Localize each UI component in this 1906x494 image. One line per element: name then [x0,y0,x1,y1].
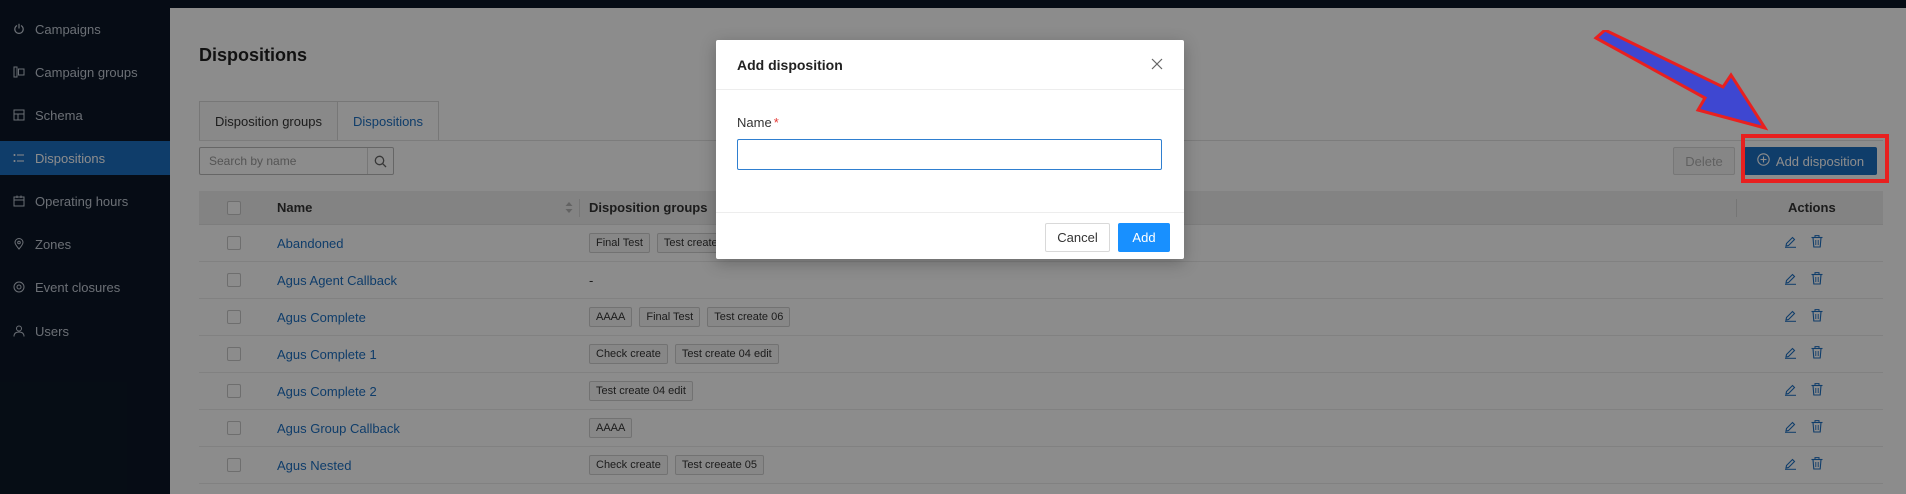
modal-footer: Cancel Add [716,212,1184,259]
close-icon[interactable] [1149,56,1165,72]
modal-title: Add disposition [737,57,843,73]
annotation-highlight-box [1741,134,1889,183]
add-disposition-modal: Add disposition Name * Cancel Add [716,40,1184,259]
cancel-button[interactable]: Cancel [1045,223,1110,252]
add-button[interactable]: Add [1118,223,1170,252]
annotation-arrow-icon [1593,30,1769,131]
name-input[interactable] [737,139,1162,170]
required-mark: * [773,115,779,130]
modal-header: Add disposition [716,40,1184,90]
name-field-label: Name * [737,115,779,130]
